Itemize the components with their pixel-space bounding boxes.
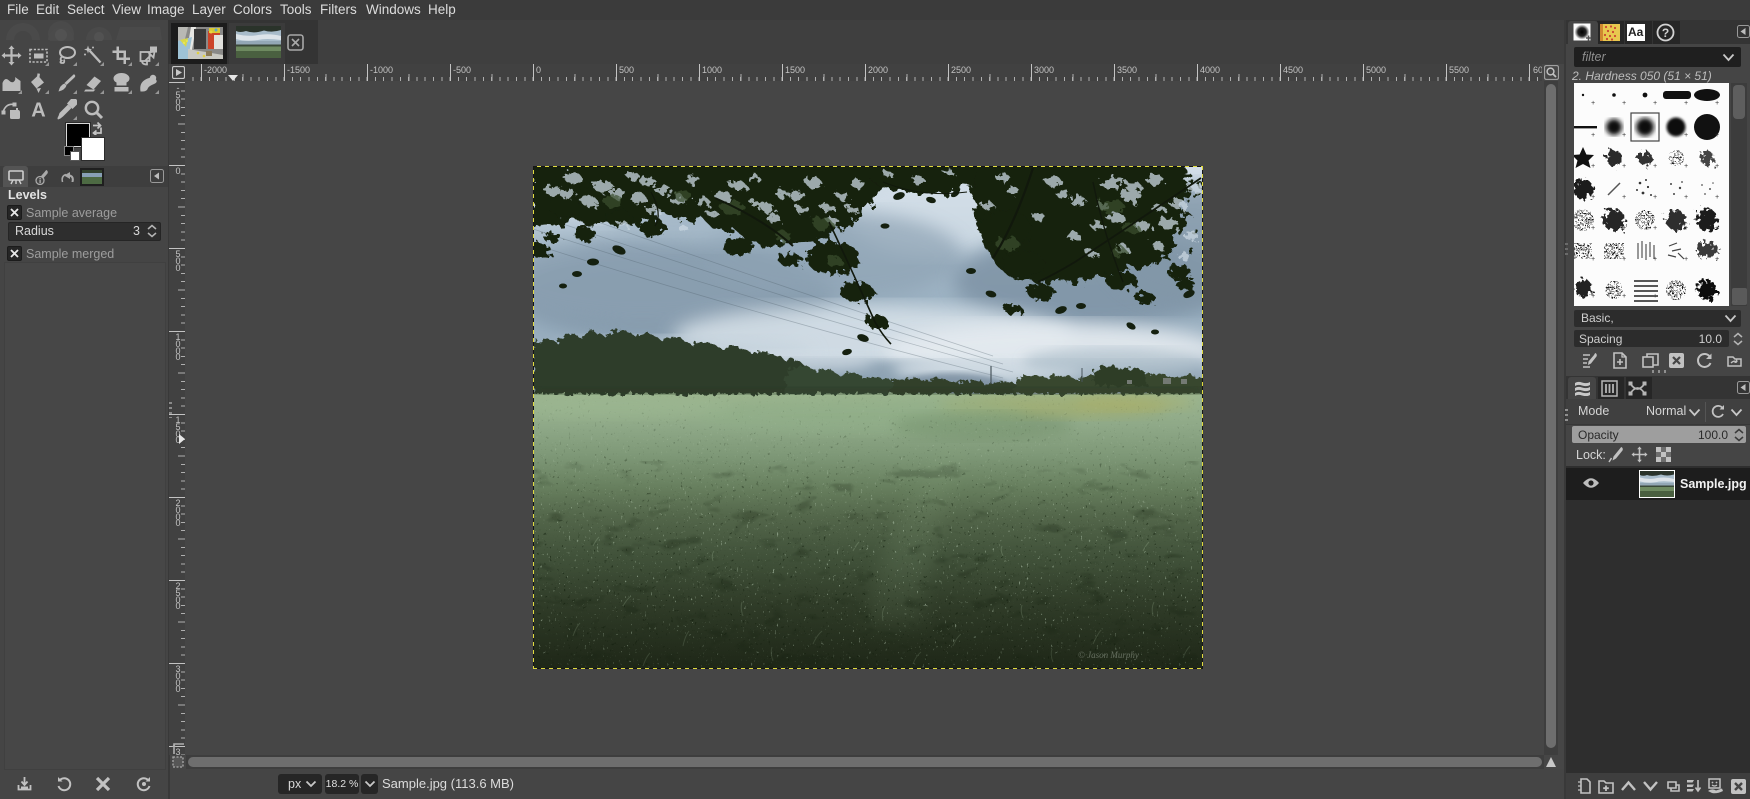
svg-text:+: + xyxy=(1715,163,1719,171)
svg-text:+: + xyxy=(1684,256,1688,264)
svg-text:+: + xyxy=(1591,132,1595,140)
svg-text:+: + xyxy=(1591,163,1595,171)
svg-text:+: + xyxy=(1653,293,1657,301)
svg-text:+: + xyxy=(1622,100,1626,108)
svg-text:+: + xyxy=(1622,293,1626,301)
svg-text:+: + xyxy=(1653,256,1657,264)
svg-text:+: + xyxy=(1591,256,1595,264)
svg-text:+: + xyxy=(1622,132,1626,140)
svg-text:+: + xyxy=(1622,163,1626,171)
svg-text:+: + xyxy=(1715,100,1719,108)
svg-text:+: + xyxy=(1684,132,1688,140)
svg-text:+: + xyxy=(1684,194,1688,202)
svg-text:+: + xyxy=(1684,100,1688,108)
svg-text:+: + xyxy=(1591,293,1595,301)
svg-text:+: + xyxy=(1653,163,1657,171)
svg-text:+: + xyxy=(1622,225,1626,233)
svg-text:+: + xyxy=(1715,194,1719,202)
svg-text:+: + xyxy=(1653,100,1657,108)
svg-text:© Jason Murphy: © Jason Murphy xyxy=(1078,650,1139,660)
svg-text:A: A xyxy=(31,100,45,121)
svg-text:+: + xyxy=(1591,100,1595,108)
svg-text:+: + xyxy=(1715,256,1719,264)
svg-text:+: + xyxy=(1684,163,1688,171)
svg-text:+: + xyxy=(1622,256,1626,264)
svg-text:+: + xyxy=(1591,194,1595,202)
svg-text:+: + xyxy=(1715,225,1719,233)
svg-text:+: + xyxy=(1684,225,1688,233)
svg-text:+: + xyxy=(1653,194,1657,202)
svg-text:+: + xyxy=(1653,225,1657,233)
svg-text:+: + xyxy=(1715,132,1719,140)
svg-text:+: + xyxy=(1591,225,1595,233)
svg-text:?: ? xyxy=(1662,26,1669,40)
svg-text:+: + xyxy=(1622,194,1626,202)
